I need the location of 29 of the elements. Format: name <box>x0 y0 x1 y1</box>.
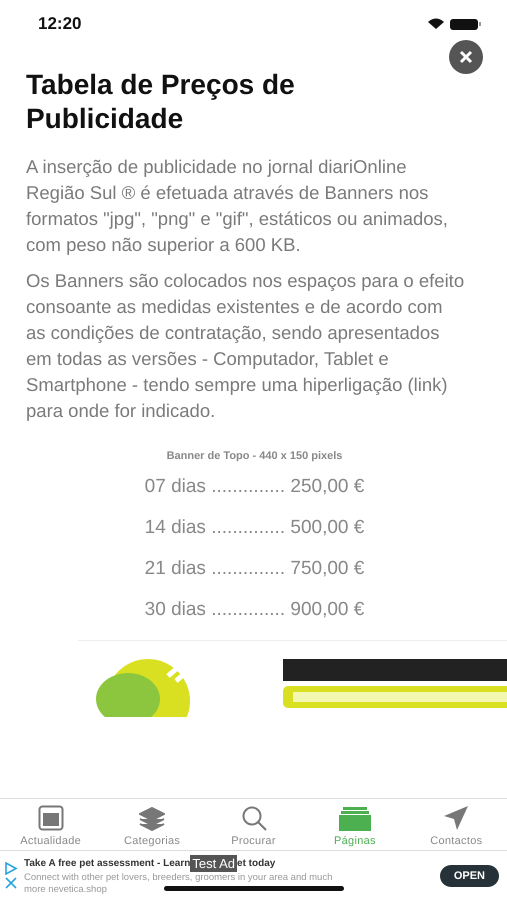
price-line: 14 dias .............. 500,00 € <box>144 517 366 540</box>
search-icon <box>240 805 267 831</box>
pages-icon <box>338 807 371 831</box>
ad-description: more nevetica.shop <box>24 884 107 896</box>
price-line: 30 dias .............. 900,00 € <box>144 599 366 622</box>
ad-title: Take A free pet assessment - Learn <box>24 858 190 869</box>
paragraph: Os Banners são colocados nos espaços para o efeito consoante as medidas existentes e de acordo com as condições de contratação, sendo apresentados em todas as versões - Computador, Tablet e Smartphone - tendo sempre uma hiperligação (link) para onde for indicado. <box>26 269 466 423</box>
tab-item[interactable]: Páginas <box>304 799 406 850</box>
tab-item[interactable]: Actualidade <box>0 799 102 850</box>
play-icon <box>4 862 18 875</box>
window-icon <box>38 805 64 831</box>
ad-title: et today <box>237 858 276 869</box>
ad-description: Connect with other pet lovers, breeders, groomers in your area and much <box>24 872 332 884</box>
layers-icon <box>139 807 166 831</box>
price-caption: Banner de Topo - 440 x 150 pixels <box>166 450 344 462</box>
open-button[interactable]: OPEN <box>440 864 499 886</box>
tab-item[interactable]: Procurar <box>202 799 304 850</box>
paragraph: A inserção de publicidade no jornal diariOnline Região Sul ® é efetuada através de Banners nos formatos "jpg", "png" e "gif", estáticos ou animados, com peso não superior a 600 KB. <box>26 155 449 257</box>
test-ad-label: Test Ad <box>190 855 238 872</box>
status-time: 12:20 <box>38 14 82 34</box>
close-icon[interactable] <box>4 877 18 889</box>
send-icon <box>443 805 470 831</box>
price-line: 21 dias .............. 750,00 € <box>144 558 366 581</box>
tab-item[interactable]: Contactos <box>406 799 507 850</box>
close-icon <box>459 50 473 64</box>
close-button[interactable] <box>449 40 483 74</box>
page-title: Tabela de Preços de Publicidade <box>26 68 296 136</box>
tab-item[interactable]: Categorias <box>101 799 203 850</box>
price-line: 07 dias .............. 250,00 € <box>144 476 366 499</box>
